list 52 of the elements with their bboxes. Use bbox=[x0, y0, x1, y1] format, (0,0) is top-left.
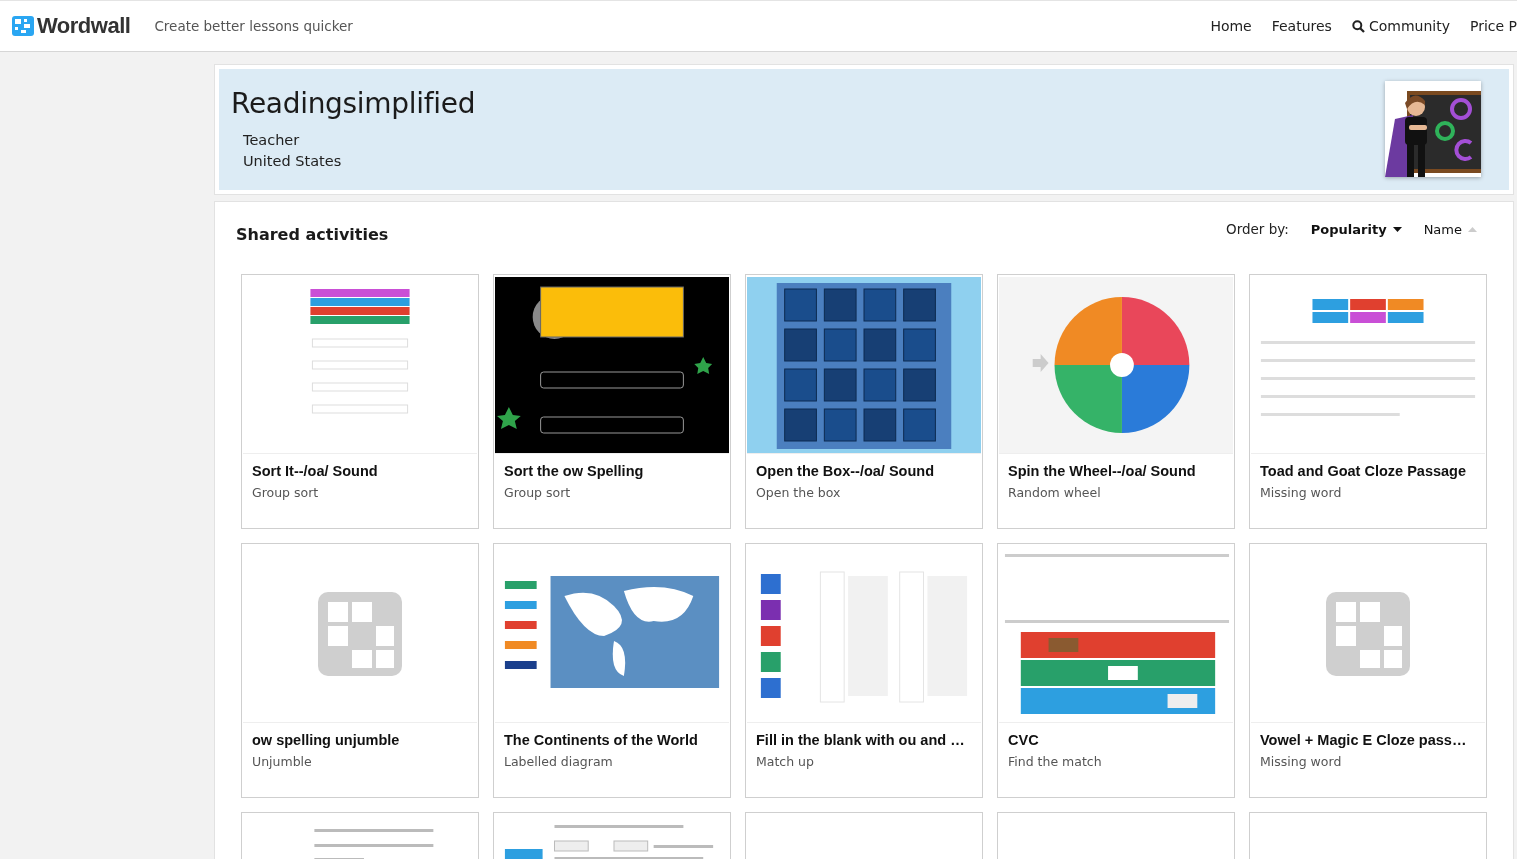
grid-icon bbox=[12, 16, 34, 36]
activity-type: Group sort bbox=[504, 485, 572, 500]
sort-option[interactable]: Popularity bbox=[1310, 221, 1402, 237]
profile-name: Readingsimplified bbox=[231, 87, 476, 120]
activity-title: CVC bbox=[1008, 732, 1040, 748]
activity-card[interactable] bbox=[1249, 812, 1487, 859]
activity-card[interactable] bbox=[997, 812, 1235, 859]
activity-type: Missing word bbox=[1260, 485, 1343, 500]
activity-type: Random wheel bbox=[1008, 485, 1102, 500]
nav-link[interactable]: Features bbox=[1271, 18, 1332, 34]
search-icon bbox=[1351, 19, 1365, 33]
activity-card[interactable]: CVC Find the match bbox=[997, 543, 1235, 798]
activity-title: Open the Box--/oa/ Sound bbox=[756, 463, 936, 479]
activity-type: Match up bbox=[756, 754, 815, 769]
activity-type: Group sort bbox=[252, 485, 320, 500]
activity-card[interactable]: Vowel + Magic E Cloze pass… Missing word bbox=[1249, 543, 1487, 798]
activity-title: ow spelling unjumble bbox=[252, 732, 401, 748]
activity-title: Sort It--/oa/ Sound bbox=[252, 463, 379, 479]
activity-card[interactable]: Sort the ow Spelling Group sort bbox=[493, 274, 731, 529]
section-title: Shared activities bbox=[236, 224, 389, 244]
activity-card[interactable]: Sort It--/oa/ Sound Group sort bbox=[241, 274, 479, 529]
activity-type: Unjumble bbox=[252, 754, 313, 769]
activity-card[interactable]: The Continents of the World Labelled diagram bbox=[493, 543, 731, 798]
sort-option[interactable]: Name bbox=[1423, 221, 1477, 237]
activity-type: Labelled diagram bbox=[504, 754, 614, 769]
caret-up-icon bbox=[1468, 226, 1477, 232]
activity-title: Spin the Wheel--/oa/ Sound bbox=[1008, 463, 1197, 479]
activity-title: Vowel + Magic E Cloze pass… bbox=[1260, 732, 1468, 748]
nav-link[interactable]: Home bbox=[1210, 18, 1252, 34]
activity-type: Missing word bbox=[1260, 754, 1343, 769]
activity-title: Fill in the blank with ou and … bbox=[756, 732, 966, 748]
activity-card[interactable]: ow spelling unjumble Unjumble bbox=[241, 543, 479, 798]
wordwall-logo[interactable]: Wordwall bbox=[12, 13, 131, 39]
grid-icon bbox=[1326, 591, 1410, 676]
activity-type: Find the match bbox=[1008, 754, 1103, 769]
activity-title: Toad and Goat Cloze Passage bbox=[1260, 463, 1467, 479]
profile-role: Teacher bbox=[243, 131, 301, 150]
activity-card[interactable]: Fill in the blank with ou and … Match up bbox=[745, 543, 983, 798]
activity-title: The Continents of the World bbox=[504, 732, 699, 748]
nav-link[interactable]: Price P bbox=[1469, 18, 1517, 34]
activity-card[interactable]: Open the Box--/oa/ Sound Open the box bbox=[745, 274, 983, 529]
activity-card[interactable]: Toad and Goat Cloze Passage Missing word bbox=[1249, 274, 1487, 529]
activity-card[interactable] bbox=[745, 812, 983, 859]
order-label: Order by: bbox=[1226, 221, 1289, 237]
caret-down-icon bbox=[1392, 226, 1402, 232]
profile-country: United States bbox=[243, 152, 343, 171]
activity-title: Sort the ow Spelling bbox=[504, 463, 645, 479]
grid-icon bbox=[318, 591, 402, 676]
activity-card[interactable]: Spin the Wheel--/oa/ Sound Random wheel bbox=[997, 274, 1235, 529]
activity-type: Open the box bbox=[756, 485, 842, 500]
tagline: Create better lessons quicker bbox=[154, 18, 353, 34]
nav-link[interactable]: Community bbox=[1351, 18, 1450, 34]
